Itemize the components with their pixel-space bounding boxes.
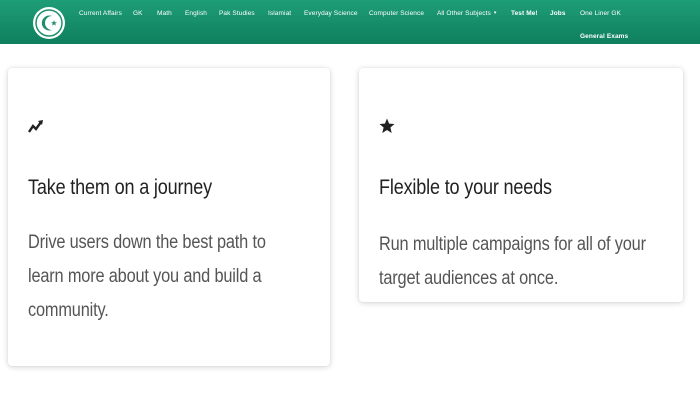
feature-card-journey: Take them on a journey Drive users down … (8, 68, 330, 366)
nav-link-pak-studies[interactable]: Pak Studies (219, 10, 255, 17)
card-description: Run multiple campaigns for all of your t… (379, 234, 646, 289)
nav-link-jobs[interactable]: Jobs (550, 10, 566, 17)
nav-link-english[interactable]: English (185, 10, 207, 17)
nav-link-computer-science[interactable]: Computer Science (369, 10, 424, 17)
chevron-down-icon: ▾ (493, 10, 497, 16)
nav-link-general-exams[interactable]: General Exams (580, 33, 628, 40)
nav-link-gk[interactable]: GK (133, 10, 143, 17)
nav-link-all-other-subjects[interactable]: All Other Subjects ▾ (437, 10, 496, 17)
top-navbar: Current Affairs GK Math English Pak Stud… (0, 0, 700, 44)
card-title: Take them on a journey (28, 176, 212, 199)
nav-link-test-me[interactable]: Test Me! (511, 10, 538, 17)
site-logo[interactable] (33, 7, 65, 39)
nav-link-everyday-science[interactable]: Everyday Science (304, 10, 358, 17)
star-icon (379, 118, 395, 133)
nav-link-islamiat[interactable]: Islamiat (268, 10, 291, 17)
card-description: Drive users down the best path to learn … (28, 232, 266, 321)
nav-link-all-other-subjects-label: All Other Subjects (437, 10, 491, 17)
nav-link-math[interactable]: Math (157, 10, 172, 17)
feature-card-flexible: Flexible to your needs Run multiple camp… (359, 68, 683, 302)
crescent-star-logo-icon (35, 9, 63, 37)
trend-arrow-icon (28, 120, 43, 133)
card-title: Flexible to your needs (379, 176, 552, 199)
nav-link-one-liner-gk[interactable]: One Liner GK (580, 10, 621, 17)
nav-link-current-affairs[interactable]: Current Affairs (79, 10, 122, 17)
